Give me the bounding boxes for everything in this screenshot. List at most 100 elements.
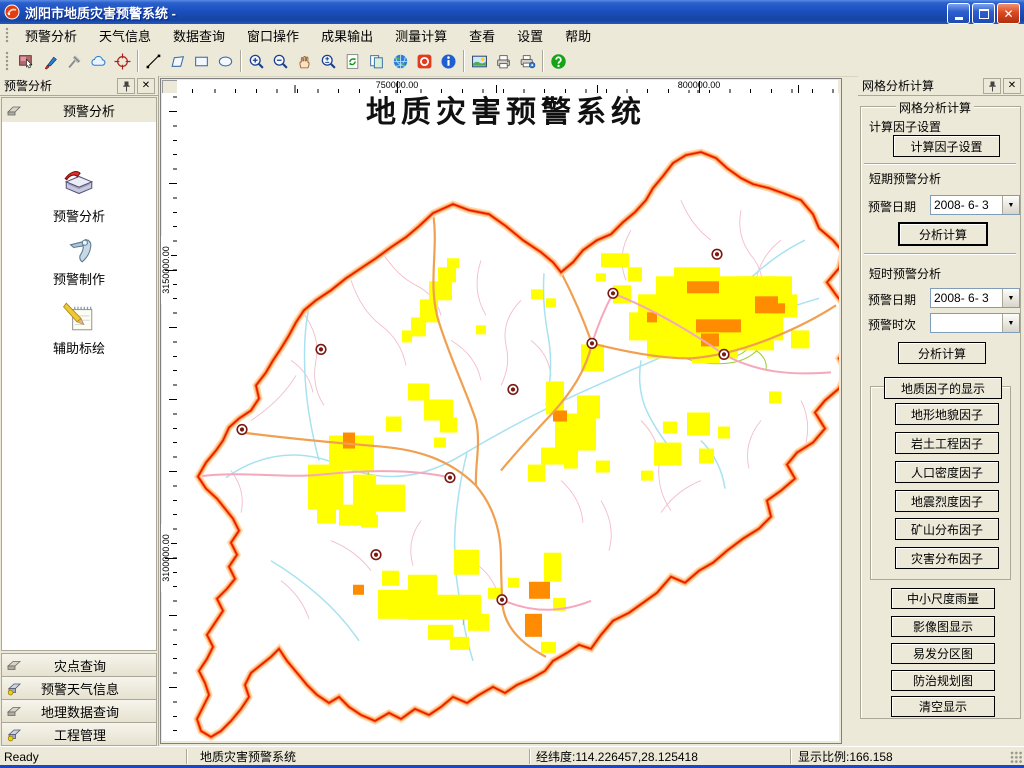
status-system-name: 地质灾害预警系统 [200,749,296,764]
map-basemap-layer [226,200,819,661]
left-panel-header-label: 预警分析 [22,101,156,120]
geo-factor-display-button[interactable]: 地质因子的显示 [884,377,1002,399]
calc-factor-settings-button[interactable]: 计算因子设置 [893,135,1000,157]
map-preview-icon[interactable] [467,49,491,73]
restore-button[interactable] [972,3,995,24]
seismic-factor-button[interactable]: 地震烈度因子 [895,490,999,512]
status-coordinates: 经纬度:114.226457,28.125418 [536,749,698,764]
left-panel-pin-button[interactable] [117,78,135,94]
scanner-icon [6,102,22,118]
right-panel-pin-button[interactable] [983,78,1001,94]
map-document: 750000.00 800000.00 3150000.00 3100000.0… [160,78,842,744]
help-icon[interactable] [546,49,570,73]
menu-grip[interactable] [5,27,9,43]
scanner-icon [6,703,22,719]
menu-window-ops[interactable]: 窗口操作 [236,23,310,48]
short-term-date-combo[interactable]: 2008- 6- 3 ▼ [930,195,1020,215]
menu-warning-analysis[interactable]: 预警分析 [14,23,88,48]
bar-disaster-point-query[interactable]: 灾点查询 [1,653,157,677]
toolbar-separator [240,50,241,72]
zoom-out-icon[interactable] [268,49,292,73]
toolbar-grip[interactable] [5,51,9,71]
list-item-warning-analysis[interactable]: 预警分析 [2,168,156,225]
population-factor-button[interactable]: 人口密度因子 [895,461,999,483]
disaster-factor-button[interactable]: 灾害分布因子 [895,547,999,569]
book-icon [61,168,97,202]
rainfall-button[interactable]: 中小尺度雨量 [891,588,995,609]
zoom-in-icon[interactable] [244,49,268,73]
chevron-down-icon[interactable]: ▼ [1002,289,1019,307]
clear-display-button[interactable]: 清空显示 [891,696,995,717]
short-time-times-combo[interactable]: ▼ [930,313,1020,333]
close-button[interactable]: ✕ [997,3,1020,24]
chevron-down-icon[interactable]: ▼ [1002,196,1019,214]
center-icon[interactable] [110,49,134,73]
map-select-icon[interactable] [14,49,38,73]
prevention-plan-button[interactable]: 防治规划图 [891,670,995,691]
right-panel-close-button[interactable]: ✕ [1003,78,1021,94]
menu-result-output[interactable]: 成果输出 [310,23,384,48]
susceptibility-map-button[interactable]: 易发分区图 [891,643,995,664]
zoom-extent-icon[interactable] [316,49,340,73]
list-item-warning-production[interactable]: 预警制作 [2,231,156,288]
short-time-legend: 短时预警分析 [866,265,944,282]
rectangle-icon[interactable] [189,49,213,73]
pan-icon[interactable] [292,49,316,73]
bar-label: 地理数据查询 [22,702,138,721]
print-icon[interactable] [491,49,515,73]
bar-project-management[interactable]: 工程管理 [1,722,157,746]
line-icon[interactable] [141,49,165,73]
imagery-button[interactable]: 影像图显示 [891,616,995,637]
left-panel-close-button[interactable]: ✕ [137,78,155,94]
toolbar-separator [137,50,138,72]
status-display-scale: 显示比例:166.158 [798,749,893,764]
status-bar: Ready 地质灾害预警系统 经纬度:114.226457,28.125418 … [0,746,1024,766]
minimize-button[interactable] [947,3,970,24]
paint-icon[interactable] [38,49,62,73]
menu-weather-info[interactable]: 天气信息 [88,23,162,48]
menu-bar: 预警分析 天气信息 数据查询 窗口操作 成果输出 测量计算 查看 设置 帮助 [0,24,1024,47]
terrain-factor-button[interactable]: 地形地貌因子 [895,403,999,425]
left-panel-header[interactable]: 预警分析 [1,97,157,123]
menu-data-query[interactable]: 数据查询 [162,23,236,48]
resize-grip[interactable] [1010,751,1023,764]
menu-measure-calc[interactable]: 测量计算 [384,23,458,48]
ellipse-icon[interactable] [213,49,237,73]
stop-icon[interactable] [412,49,436,73]
short-time-date-label: 预警日期 [868,291,916,308]
device-color-icon [6,726,22,742]
grid-analysis-panel: 网格分析计算 ✕ 网格分析计算 计算因子设置 计算因子设置 短期预警分析 预警日… [858,76,1024,746]
hammer-icon[interactable] [62,49,86,73]
restore-icon [979,9,989,19]
short-time-analyze-button[interactable]: 分析计算 [898,342,986,364]
copy-layers-icon[interactable] [364,49,388,73]
polygon-icon[interactable] [165,49,189,73]
list-item-aux-plotting[interactable]: 辅助标绘 [2,300,156,357]
menu-help[interactable]: 帮助 [554,23,602,48]
bar-geo-data-query[interactable]: 地理数据查询 [1,699,157,723]
bar-warning-weather-info[interactable]: 预警天气信息 [1,676,157,700]
notepad-pencil-icon [61,300,97,334]
print-setup-icon[interactable] [515,49,539,73]
chevron-down-icon[interactable]: ▼ [1002,314,1019,332]
mine-factor-button[interactable]: 矿山分布因子 [895,518,999,540]
tool-bar [0,46,1024,77]
menu-view[interactable]: 查看 [458,23,506,48]
left-panel-title: 预警分析 [4,77,52,94]
tool-icon [61,231,97,265]
map-ruler-vertical: 3150000.00 3100000.00 [162,93,178,741]
combo-value: 2008- 6- 3 [934,198,989,212]
info-icon[interactable] [436,49,460,73]
pin-icon [988,81,997,92]
short-term-analyze-button[interactable]: 分析计算 [898,222,988,246]
geotech-factor-button[interactable]: 岩土工程因子 [895,432,999,454]
window-titlebar: 浏阳市地质灾害预警系统 - ✕ [0,0,1024,24]
cloud-icon[interactable] [86,49,110,73]
short-time-date-combo[interactable]: 2008- 6- 3 ▼ [930,288,1020,308]
refresh-icon[interactable] [340,49,364,73]
map-canvas[interactable]: 地质灾害预警系统 [177,93,839,741]
short-term-legend: 短期预警分析 [866,170,944,187]
menu-settings[interactable]: 设置 [506,23,554,48]
globe-icon[interactable] [388,49,412,73]
bar-label: 灾点查询 [22,656,138,675]
